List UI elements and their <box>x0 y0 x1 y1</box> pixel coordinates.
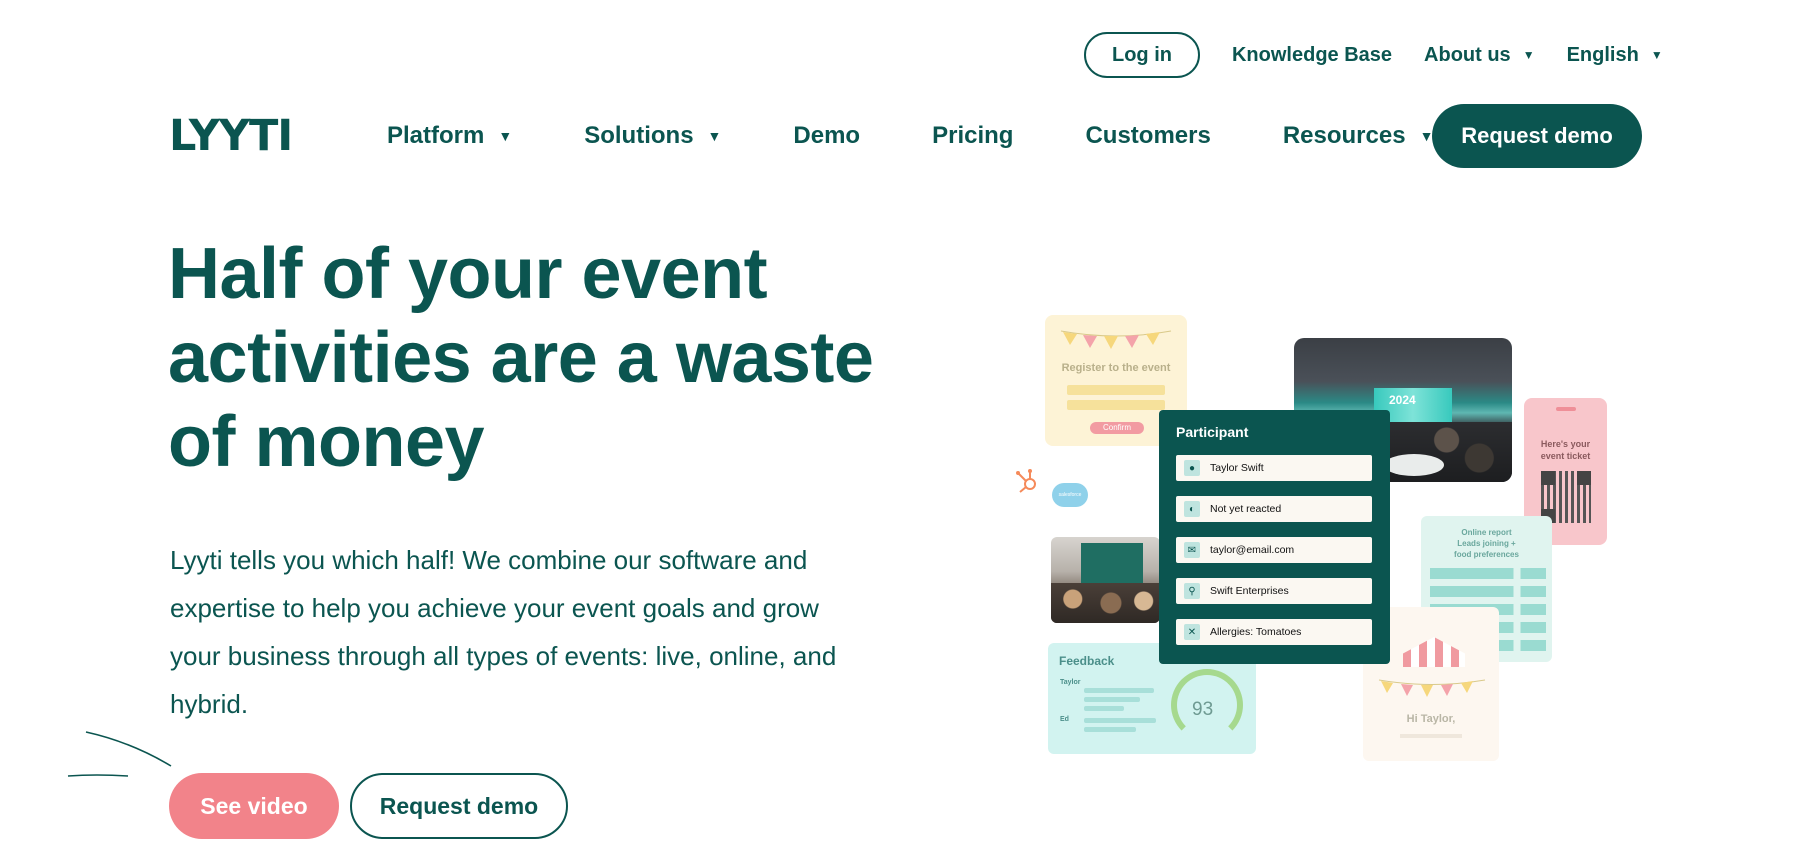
participant-row: ◐ Not yet reacted <box>1176 496 1372 522</box>
knowledge-base-link[interactable]: Knowledge Base <box>1232 44 1392 67</box>
hero-title: Half of your event activities are a wast… <box>168 232 888 484</box>
report-row <box>1430 568 1546 579</box>
participant-row: ● Taylor Swift <box>1176 455 1372 481</box>
chevron-down-icon: ▼ <box>498 128 513 144</box>
nav-item-resources[interactable]: Resources ▼ <box>1283 122 1434 150</box>
login-button[interactable]: Log in <box>1084 32 1200 78</box>
salesforce-icon: salesforce <box>1052 483 1088 507</box>
nav-label: Demo <box>793 122 861 149</box>
utensils-icon: ✕ <box>1184 624 1200 640</box>
register-title: Register to the event <box>1061 362 1171 374</box>
bunting-icon <box>1378 679 1486 697</box>
bunting-icon <box>1060 330 1172 349</box>
hero-title-line: Half of your event <box>168 234 768 314</box>
table <box>1384 454 1444 476</box>
request-demo-nav-button[interactable]: Request demo <box>1432 104 1642 168</box>
report-line: Online report <box>1461 528 1512 537</box>
chevron-down-icon: ▼ <box>1522 48 1535 62</box>
person-icon: ● <box>1184 460 1200 476</box>
language-label: English <box>1566 43 1639 66</box>
ticket-line: event ticket <box>1540 451 1591 461</box>
main-nav: Platform ▼ Solutions ▼ Demo Pricing Cust… <box>387 104 1433 168</box>
ticket-text: Here's your event ticket <box>1524 438 1607 462</box>
nav-item-customers[interactable]: Customers <box>1085 122 1210 150</box>
ticket-line: Here's your <box>1540 439 1591 449</box>
lyyti-logo[interactable]: LYYTI <box>169 115 293 158</box>
participant-card: Participant ● Taylor Swift ◐ Not yet rea… <box>1159 410 1390 664</box>
audience <box>1051 583 1160 623</box>
request-demo-hero-button[interactable]: Request demo <box>350 773 568 839</box>
about-us-label: About us <box>1424 43 1511 66</box>
participant-value: taylor@email.com <box>1210 544 1295 556</box>
report-line: food preferences <box>1454 550 1519 559</box>
hero-subtitle-line: your business through all types of event… <box>170 641 837 671</box>
register-field <box>1067 385 1165 395</box>
nav-item-demo[interactable]: Demo <box>793 122 860 150</box>
swoosh-decoration <box>67 731 172 777</box>
participant-row: ✉ taylor@email.com <box>1176 537 1372 563</box>
hero-title-line: activities are a waste <box>168 318 874 398</box>
hero-title-line: of money <box>168 402 485 482</box>
participant-value: Taylor Swift <box>1210 462 1264 474</box>
chevron-down-icon: ▼ <box>707 128 722 144</box>
mail-icon: ✉ <box>1184 542 1200 558</box>
participant-value: Not yet reacted <box>1210 503 1282 515</box>
knowledge-base-label: Knowledge Base <box>1231 43 1393 66</box>
presentation-screen <box>1081 543 1143 583</box>
greeting-line <box>1400 734 1462 738</box>
feedback-title: Feedback <box>1059 654 1115 668</box>
feedback-name: Taylor <box>1060 679 1081 686</box>
report-title: Online report Leads joining + food prefe… <box>1421 527 1552 560</box>
nav-label: Pricing <box>932 122 1014 149</box>
hero-subtitle-line: hybrid. <box>170 689 249 719</box>
nav-label: Resources <box>1282 122 1406 149</box>
feedback-bar <box>1084 706 1124 711</box>
language-selector[interactable]: English ▼ <box>1567 44 1663 67</box>
nav-label: Customers <box>1085 122 1211 149</box>
circus-tent-icon <box>1403 637 1465 667</box>
nav-item-pricing[interactable]: Pricing <box>932 122 1013 150</box>
about-us-menu[interactable]: About us ▼ <box>1424 44 1535 67</box>
nav-label: Solutions <box>584 122 694 149</box>
greeting-text: Hi Taylor, <box>1406 713 1456 725</box>
feedback-bar <box>1084 718 1156 723</box>
qr-code-icon <box>1541 471 1591 523</box>
participant-value: Swift Enterprises <box>1210 585 1289 597</box>
hero-subtitle: Lyyti tells you which half! We combine o… <box>170 536 890 728</box>
ticket-notch <box>1556 407 1576 411</box>
feedback-bar <box>1084 697 1140 702</box>
feedback-bar <box>1084 727 1136 732</box>
participant-title: Participant <box>1176 424 1249 440</box>
register-field <box>1067 400 1165 410</box>
hero-subtitle-line: Lyyti tells you which half! We combine o… <box>170 545 808 575</box>
feedback-bar <box>1084 688 1154 693</box>
report-line: Leads joining + <box>1457 539 1516 548</box>
search-icon: ⚲ <box>1184 583 1200 599</box>
nav-item-solutions[interactable]: Solutions ▼ <box>584 122 721 150</box>
feedback-name: Ed <box>1060 716 1069 723</box>
chevron-down-icon: ▼ <box>1650 48 1663 62</box>
nav-item-platform[interactable]: Platform ▼ <box>387 122 512 150</box>
participant-row: ⚲ Swift Enterprises <box>1176 578 1372 604</box>
see-video-button[interactable]: See video <box>169 773 339 839</box>
hero-subtitle-line: expertise to help you achieve your event… <box>170 593 819 623</box>
hubspot-icon <box>1016 469 1036 493</box>
report-row <box>1430 586 1546 597</box>
status-icon: ◐ <box>1184 501 1200 517</box>
stage-year: 2024 <box>1389 393 1416 407</box>
participant-row: ✕ Allergies: Tomatoes <box>1176 619 1372 645</box>
feedback-score: 93 <box>1192 699 1214 720</box>
nav-label: Platform <box>387 122 485 149</box>
participant-value: Allergies: Tomatoes <box>1210 626 1302 638</box>
utility-nav: Log in Knowledge Base About us ▼ English… <box>1084 32 1663 78</box>
presentation-photo <box>1051 537 1160 623</box>
confirm-button: Confirm <box>1090 422 1144 434</box>
